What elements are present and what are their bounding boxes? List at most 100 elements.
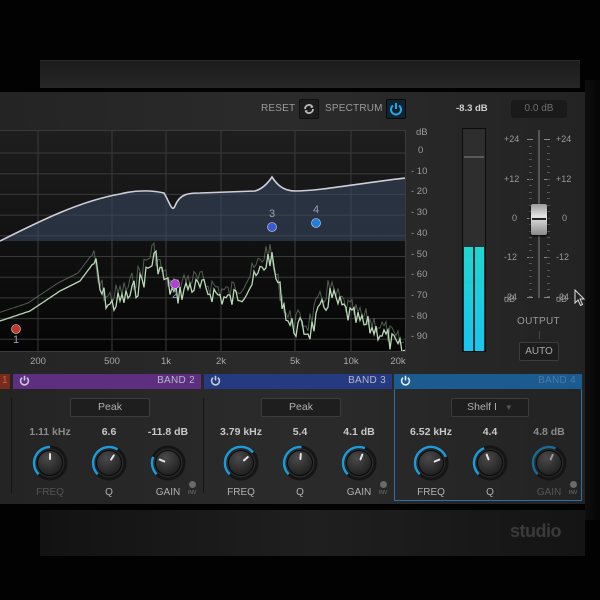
fader-minor-tick (529, 198, 532, 199)
q-value: 5.4 (292, 426, 308, 438)
band-node-label: 3 (269, 208, 275, 220)
q-knob[interactable] (90, 444, 128, 482)
fader-minor-tick (547, 243, 550, 245)
freq-tick: 2k (215, 356, 227, 367)
band-node-3 (267, 222, 277, 232)
output-label: OUTPUT (517, 316, 560, 327)
divider (11, 398, 12, 493)
fader-minor-tick (547, 211, 550, 212)
fader-minor-tick (547, 198, 550, 199)
fader-minor-tick (547, 159, 550, 160)
fader-minor-tick (529, 172, 532, 173)
gain-knob[interactable] (149, 444, 187, 482)
fader-minor-tick (529, 165, 532, 167)
fader-minor-tick (529, 256, 532, 258)
filter-type-button[interactable]: Peak (70, 398, 150, 417)
fader-minor-tick (529, 146, 532, 147)
q-knob[interactable] (281, 444, 319, 482)
freq-value: 1.11 kHz (29, 426, 71, 438)
power-icon[interactable] (400, 375, 411, 389)
meter-bar-right (475, 246, 484, 351)
input-meter-readout: -8.3 dB (456, 103, 488, 114)
fader-tick (527, 297, 533, 298)
db-tick: - 60 (411, 269, 428, 281)
output-gain-readout[interactable]: 0.0 dB (511, 100, 567, 118)
power-icon (390, 103, 402, 116)
fader-minor-tick (529, 185, 532, 186)
fader-minor-tick (547, 152, 550, 154)
band-4-selected-outline (394, 389, 582, 501)
freq-tick: 200 (30, 356, 46, 367)
footer-bar (40, 510, 585, 556)
band-2-name: BAND 2 (157, 375, 195, 386)
brand-logo: studio (510, 521, 562, 541)
db-tick: - 20 (411, 186, 428, 198)
band-4-header[interactable]: BAND 4 (394, 374, 582, 389)
band-node-label: 2 (172, 289, 178, 301)
fader-tick (544, 297, 550, 298)
fader-minor-tick (529, 269, 532, 271)
band-node-4 (311, 218, 321, 228)
fader-scale-label: +12 (556, 174, 572, 184)
fader-stem (539, 331, 540, 339)
eq-graph[interactable]: 1 2 3 4 (0, 130, 406, 352)
fader-minor-tick (547, 289, 550, 290)
fader-scale-label: +24 (504, 134, 520, 144)
panel-edge (585, 80, 600, 520)
freq-tick: 20k (390, 356, 406, 367)
db-tick: - 10 (411, 165, 428, 177)
fader-minor-tick (547, 269, 550, 271)
db-unit-label: dB (416, 127, 428, 138)
fader-minor-tick (529, 237, 532, 238)
fader-minor-tick (547, 230, 550, 232)
spectrum-line (0, 249, 405, 351)
band-2-header[interactable]: BAND 2 (13, 374, 201, 389)
fader-scale-label: 0 (562, 213, 568, 223)
reset-label: RESET (261, 103, 296, 114)
band-1-header[interactable]: 1 (0, 374, 10, 389)
spectrum-toggle[interactable] (386, 99, 406, 119)
auto-button[interactable]: AUTO (519, 342, 559, 361)
gain-label: GAIN (155, 487, 181, 498)
power-icon[interactable] (19, 375, 30, 389)
band-3-header[interactable]: BAND 3 (204, 374, 392, 389)
output-fader-handle[interactable] (531, 204, 547, 235)
q-value: 6.6 (101, 426, 117, 438)
fader-minor-tick (547, 295, 550, 297)
invert-toggle[interactable] (189, 481, 196, 488)
gain-knob[interactable] (340, 444, 378, 482)
power-icon[interactable] (210, 375, 221, 389)
band-3-name: BAND 3 (348, 375, 386, 386)
freq-tick: 10k (343, 356, 359, 367)
freq-knob[interactable] (222, 444, 260, 482)
level-meter (462, 128, 486, 352)
fader-tick (527, 139, 533, 140)
fader-minor-tick (529, 295, 532, 297)
scale-unit-left: dB (504, 294, 516, 304)
spectrum-pre-line (0, 242, 405, 345)
fader-minor-tick (547, 237, 550, 238)
invert-label: INV (379, 490, 388, 496)
band-2-controls: Peak 1.11 kHz 6.6 -11.8 dB FREQ Q GAIN I… (13, 389, 201, 501)
freq-label: FREQ (36, 487, 64, 498)
scale-unit-right: dB (556, 294, 568, 304)
band-1-name: 1 (2, 375, 8, 386)
fader-scale-label: -12 (556, 252, 570, 262)
filter-type-button[interactable]: Peak (261, 398, 341, 417)
invert-toggle[interactable] (380, 481, 387, 488)
q-label: Q (296, 487, 304, 498)
band-node-label: 4 (313, 204, 319, 216)
q-label: Q (105, 487, 113, 498)
db-tick: - 40 (411, 227, 428, 239)
reset-button[interactable] (299, 99, 319, 119)
db-tick: - 30 (411, 207, 428, 219)
db-tick: - 80 (411, 310, 428, 322)
fader-minor-tick (547, 191, 550, 193)
freq-knob[interactable] (31, 444, 69, 482)
freq-value: 3.79 kHz (219, 426, 263, 438)
fader-minor-tick (529, 250, 532, 251)
gain-label: GAIN (346, 487, 372, 498)
spectrum-label: SPECTRUM (325, 103, 383, 114)
fader-scale-label: 0 (512, 213, 518, 223)
plugin-window: RESET SPECTRUM 1 2 3 4 dB 0 - 10 - 20 - 30 - 40… (0, 0, 600, 600)
